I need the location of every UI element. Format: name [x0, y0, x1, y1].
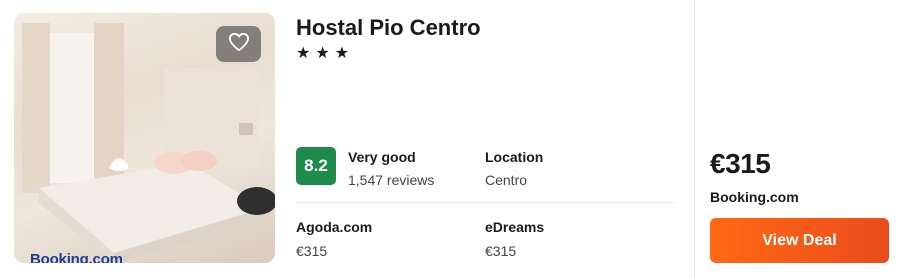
rating-score-badge: 8.2 [296, 147, 336, 185]
rating-label: Very good [348, 149, 416, 165]
location-label: Location [485, 149, 544, 165]
location-value: Centro [485, 172, 528, 188]
best-deal-provider: Booking.com [710, 189, 799, 205]
favorite-button[interactable] [216, 26, 261, 62]
hotel-card[interactable]: Booking.com Hostal Pio Centro ★★★ 8.2 Ve… [0, 0, 906, 278]
review-count[interactable]: 1,547 reviews [348, 172, 434, 188]
column-divider [694, 0, 695, 278]
best-deal-price: €315 [710, 148, 771, 179]
provider-price-edreams[interactable]: €315 [485, 243, 516, 259]
view-deal-button[interactable]: View Deal [710, 218, 889, 263]
heart-icon [228, 32, 250, 57]
hotel-name[interactable]: Hostal Pio Centro [296, 15, 481, 41]
section-divider [296, 202, 674, 203]
star-rating: ★★★ [296, 45, 355, 62]
provider-name-edreams[interactable]: eDreams [485, 219, 544, 235]
photo-watermark-logo: Booking.com [30, 251, 123, 263]
provider-name-agoda[interactable]: Agoda.com [296, 219, 372, 235]
provider-price-agoda[interactable]: €315 [296, 243, 327, 259]
